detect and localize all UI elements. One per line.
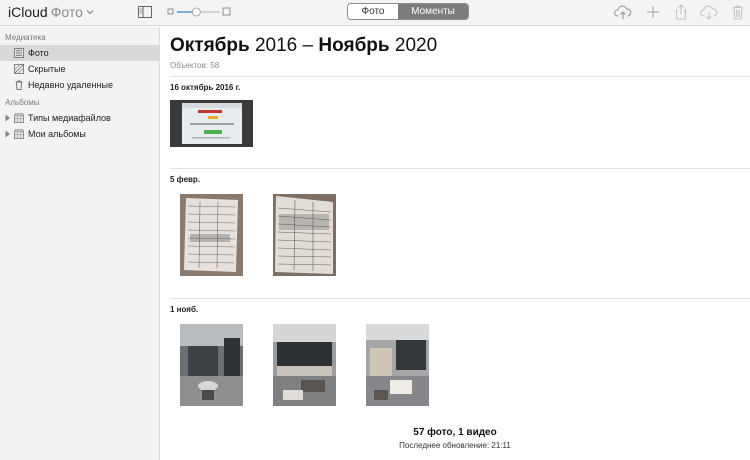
- share-icon[interactable]: [672, 4, 690, 20]
- title-month-end: Ноябрь: [318, 35, 390, 56]
- trash-icon: [15, 80, 23, 90]
- page-title: Октябрь 2016 – Ноябрь 2020: [170, 35, 437, 57]
- album-icon: [14, 113, 24, 123]
- disclosure-triangle-icon[interactable]: [5, 130, 11, 138]
- title-year-end: 2020: [394, 35, 438, 56]
- title-month-start: Октябрь: [170, 35, 250, 56]
- title-dash: –: [302, 35, 314, 56]
- divider: [170, 168, 750, 169]
- view-segmented-control: Фото Моменты: [347, 3, 469, 20]
- photo-thumbnail[interactable]: [273, 324, 336, 406]
- toolbar: iCloud Фото Фото Моменты: [0, 0, 750, 26]
- photo-thumbnail[interactable]: [180, 194, 243, 276]
- sidebar-item-label: Мои альбомы: [28, 129, 86, 139]
- zoom-in-icon: [222, 7, 231, 16]
- sidebar-item-label: Типы медиафайлов: [28, 113, 111, 123]
- album-icon: [14, 129, 24, 139]
- section-library-label: Медиатека: [5, 33, 46, 42]
- brand-app-name: Фото: [50, 4, 83, 20]
- library-summary: 57 фото, 1 видео: [413, 427, 497, 438]
- sidebar-item-label: Недавно удаленные: [28, 80, 113, 90]
- zoom-slider-knob: [191, 7, 201, 17]
- sidebar-item-label: Фото: [28, 48, 49, 58]
- zoom-out-icon: [167, 8, 174, 15]
- photo-thumbnail[interactable]: [170, 100, 253, 147]
- photo-thumbnail[interactable]: [273, 194, 336, 276]
- segment-moments[interactable]: Моменты: [398, 4, 468, 19]
- sidebar-item-my-albums[interactable]: Мои альбомы: [0, 126, 159, 142]
- divider: [170, 298, 750, 299]
- delete-icon[interactable]: [729, 4, 747, 20]
- sidebar-item-label: Скрытые: [28, 64, 66, 74]
- object-count: Объектов: 58: [170, 61, 220, 70]
- section-albums-label: Альбомы: [5, 98, 40, 107]
- zoom-slider[interactable]: [167, 6, 231, 18]
- chevron-down-icon[interactable]: [86, 8, 94, 16]
- main-content: Октябрь 2016 – Ноябрь 2020 Объектов: 58 …: [160, 27, 750, 460]
- moment-date-heading: 1 нояб.: [170, 305, 199, 314]
- last-update-status: Последнее обновление: 21:11: [399, 441, 511, 450]
- sidebar: Медиатека Фото Скрытые Недавно удаленные…: [0, 27, 160, 460]
- download-icon[interactable]: [700, 4, 718, 20]
- moment-date-heading: 16 октябрь 2016 г.: [170, 83, 241, 92]
- moment-date-heading: 5 февр.: [170, 175, 201, 184]
- disclosure-triangle-icon[interactable]: [5, 114, 11, 122]
- sidebar-item-photos[interactable]: Фото: [0, 45, 159, 61]
- add-icon[interactable]: [644, 4, 662, 20]
- divider: [170, 76, 750, 77]
- segment-photo[interactable]: Фото: [348, 4, 398, 19]
- sidebar-item-media-types[interactable]: Типы медиафайлов: [0, 110, 159, 126]
- app-brand[interactable]: iCloud Фото: [8, 4, 94, 20]
- sidebar-toggle-icon[interactable]: [138, 6, 152, 18]
- upload-icon[interactable]: [614, 4, 632, 20]
- sidebar-item-hidden[interactable]: Скрытые: [0, 61, 159, 77]
- photos-icon: [14, 48, 24, 58]
- title-year-start: 2016: [254, 35, 298, 56]
- photo-thumbnail[interactable]: [180, 324, 243, 406]
- brand-icloud: iCloud: [8, 4, 48, 20]
- hidden-icon: [14, 64, 24, 74]
- photo-thumbnail[interactable]: [366, 324, 429, 406]
- sidebar-item-recently-deleted[interactable]: Недавно удаленные: [0, 77, 159, 93]
